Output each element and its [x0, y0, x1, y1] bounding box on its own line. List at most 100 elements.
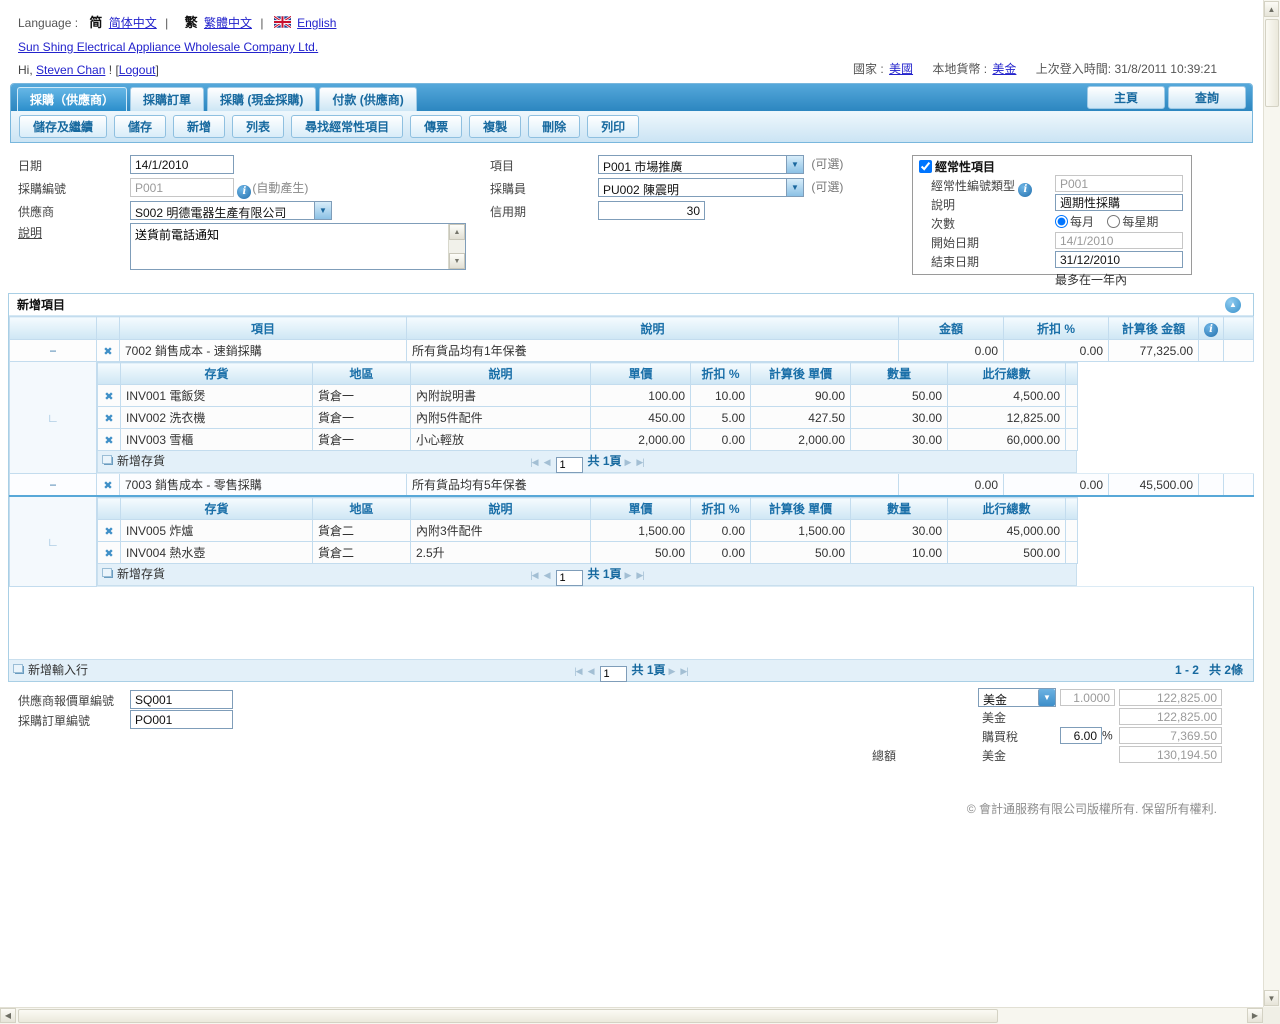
first-page-icon[interactable]: |◀	[574, 666, 581, 676]
stock-row[interactable]: ✖ INV001 電飯煲 貨倉一 內附說明書 100.00 10.00 90.0…	[98, 385, 1078, 407]
prev-page-icon[interactable]: ◀	[544, 457, 550, 467]
horizontal-scrollbar[interactable]: ◀ ▶	[0, 1007, 1263, 1024]
save-button[interactable]: 儲存	[114, 115, 166, 138]
description-textarea[interactable]: 送貨前電話通知	[131, 224, 448, 269]
traditional-chinese-link[interactable]: 繁體中文	[204, 16, 252, 30]
delete-row-icon[interactable]: ✖	[104, 526, 113, 538]
project-select[interactable]: P001 市場推廣 ▼	[598, 155, 804, 174]
item-group-row-7003[interactable]: − ✖ 7003 銷售成本 - 零售採購 所有貨品均有5年保養 0.00 0.0…	[10, 474, 1254, 497]
first-page-icon[interactable]: |◀	[530, 570, 537, 580]
info-icon[interactable]: i	[1204, 323, 1218, 337]
language-label: Language :	[18, 16, 78, 30]
logout-link[interactable]: Logout	[119, 63, 156, 77]
date-input[interactable]	[130, 155, 234, 174]
credit-period-input[interactable]	[598, 201, 705, 220]
add-stock-link[interactable]: 新增存貨	[104, 564, 165, 585]
amount-cell: 0.00	[899, 474, 1004, 497]
tab-purchase-cash[interactable]: 採購 (現金採購)	[207, 87, 316, 111]
scroll-right-icon[interactable]: ▶	[1247, 1008, 1263, 1023]
chevron-down-icon[interactable]: ▼	[1038, 689, 1055, 706]
recurring-checkbox[interactable]	[919, 160, 932, 173]
delete-row-icon[interactable]: ✖	[104, 435, 113, 447]
collapse-row-icon[interactable]: −	[49, 478, 56, 492]
stock-row[interactable]: ✖ INV004 熱水壺 貨倉二 2.5升 50.00 0.00 50.00 1…	[98, 542, 1078, 564]
line-total-cell: 500.00	[948, 542, 1066, 564]
local-currency-link[interactable]: 美金	[992, 62, 1016, 76]
simplified-chinese-link[interactable]: 简体中文	[109, 16, 157, 30]
add-line-link[interactable]: 新增輸入行	[15, 660, 88, 681]
tax-rate-input[interactable]	[1060, 727, 1102, 744]
tab-payment-supplier[interactable]: 付款 (供應商)	[319, 87, 416, 111]
scroll-up-icon[interactable]: ▲	[1264, 1, 1279, 17]
next-page-icon[interactable]: ▶	[625, 457, 631, 467]
prev-page-icon[interactable]: ◀	[588, 666, 594, 676]
scroll-left-icon[interactable]: ◀	[0, 1008, 16, 1023]
session-info: 國家 : 美國 本地貨幣 : 美金 上次登入時間: 31/8/2011 10:3…	[853, 60, 1217, 77]
stock-row[interactable]: ✖ INV005 炸爐 貨倉二 內附3件配件 1,500.00 0.00 1,5…	[98, 520, 1078, 542]
vertical-scrollbar[interactable]: ▲ ▼	[1263, 0, 1280, 1007]
stock-subsection: ∟ 存貨 地區 說明 單價 折扣 % 計算後 單價 數量	[10, 496, 1254, 587]
recurring-desc-input[interactable]	[1055, 194, 1183, 211]
delete-row-icon[interactable]: ✖	[104, 391, 113, 403]
prev-page-icon[interactable]: ◀	[544, 570, 550, 580]
weekly-radio[interactable]	[1107, 215, 1120, 228]
textarea-scrollbar[interactable]: ▲ ▼	[448, 224, 465, 269]
voucher-button[interactable]: 傳票	[410, 115, 462, 138]
vertical-scroll-thumb[interactable]	[1265, 19, 1279, 107]
last-page-icon[interactable]: ▶|	[636, 570, 643, 580]
col-calc-price: 計算後 單價	[751, 498, 851, 520]
home-button[interactable]: 主頁	[1087, 86, 1165, 109]
stock-row[interactable]: ✖ INV003 雪櫃 貨倉一 小心輕放 2,000.00 0.00 2,000…	[98, 429, 1078, 451]
find-recurring-button[interactable]: 尋找經常性項目	[291, 115, 403, 138]
stock-row[interactable]: ✖ INV002 洗衣機 貨倉一 內附5件配件 450.00 5.00 427.…	[98, 407, 1078, 429]
chevron-down-icon[interactable]: ▼	[786, 179, 803, 196]
collapse-row-icon[interactable]: −	[49, 344, 56, 358]
delete-button[interactable]: 刪除	[528, 115, 580, 138]
supplier-select[interactable]: S002 明德電器生產有限公司 ▼	[130, 201, 332, 220]
delete-row-icon[interactable]: ✖	[104, 413, 113, 425]
collapse-panel-icon[interactable]: ▲	[1225, 297, 1241, 313]
next-page-icon[interactable]: ▶	[669, 666, 675, 676]
new-button[interactable]: 新增	[173, 115, 225, 138]
horizontal-scroll-thumb[interactable]	[18, 1009, 998, 1023]
item-group-row-7002[interactable]: − ✖ 7002 銷售成本 - 速銷採購 所有貨品均有1年保養 0.00 0.0…	[10, 340, 1254, 362]
search-button[interactable]: 查詢	[1168, 86, 1246, 109]
buyer-label: 採購員	[490, 180, 526, 197]
print-button[interactable]: 列印	[587, 115, 639, 138]
purchase-order-input[interactable]	[130, 710, 233, 729]
buyer-select[interactable]: PU002 陳震明 ▼	[598, 178, 804, 197]
textarea-scroll-up-icon[interactable]: ▲	[449, 224, 465, 240]
user-link[interactable]: Steven Chan	[36, 63, 105, 77]
info-icon[interactable]: i	[237, 185, 251, 199]
first-page-icon[interactable]: |◀	[530, 457, 537, 467]
currency-select[interactable]: 美金 ▼	[978, 688, 1056, 707]
end-date-input[interactable]	[1055, 251, 1183, 268]
textarea-scroll-down-icon[interactable]: ▼	[449, 253, 465, 269]
delete-row-icon[interactable]: ✖	[104, 548, 113, 560]
page-input[interactable]	[556, 570, 583, 586]
chevron-down-icon[interactable]: ▼	[314, 202, 331, 219]
delete-row-icon[interactable]: ✖	[103, 480, 112, 492]
monthly-radio[interactable]	[1055, 215, 1068, 228]
page-input[interactable]	[600, 666, 627, 682]
country-link[interactable]: 美國	[889, 62, 913, 76]
chevron-down-icon[interactable]: ▼	[786, 156, 803, 173]
page-input[interactable]	[556, 457, 583, 473]
tab-purchase-supplier[interactable]: 採購（供應商）	[17, 87, 127, 111]
next-page-icon[interactable]: ▶	[625, 570, 631, 580]
tab-purchase-order[interactable]: 採購訂單	[130, 87, 204, 111]
last-page-icon[interactable]: ▶|	[680, 666, 687, 676]
copy-button[interactable]: 複製	[469, 115, 521, 138]
english-link[interactable]: English	[297, 16, 336, 30]
unit-price-cell: 1,500.00	[591, 520, 691, 542]
description-link[interactable]: 說明	[18, 224, 42, 241]
list-button[interactable]: 列表	[232, 115, 284, 138]
supplier-quote-input[interactable]	[130, 690, 233, 709]
delete-row-icon[interactable]: ✖	[103, 346, 112, 358]
company-link[interactable]: Sun Shing Electrical Appliance Wholesale…	[18, 40, 318, 54]
optional-note: (可選)	[811, 180, 843, 194]
last-page-icon[interactable]: ▶|	[636, 457, 643, 467]
add-stock-link[interactable]: 新增存貨	[104, 451, 165, 472]
scroll-down-icon[interactable]: ▼	[1264, 990, 1279, 1006]
save-and-continue-button[interactable]: 儲存及繼續	[19, 115, 107, 138]
